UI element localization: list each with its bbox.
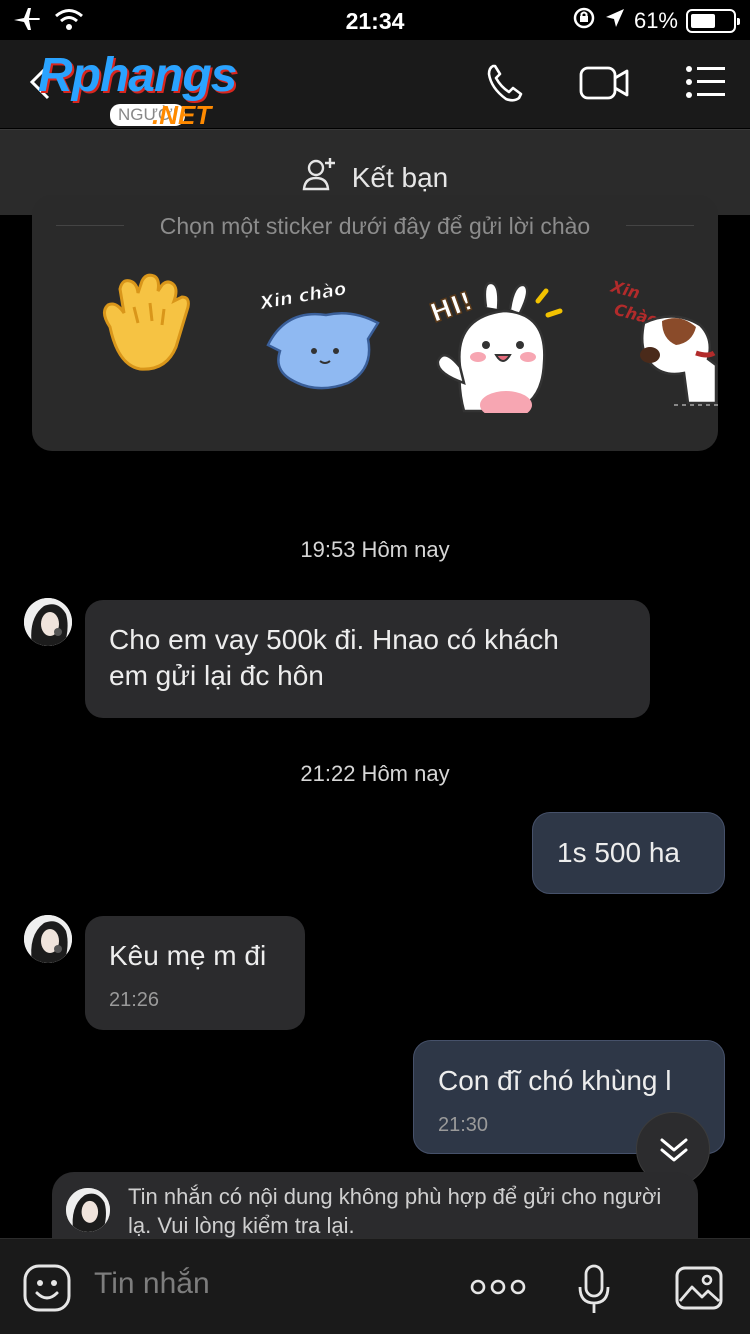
add-user-icon [302,156,338,199]
sticker-waving-hand[interactable] [90,267,200,382]
warning-text: Tin nhắn có nội dung không phù hợp để gử… [128,1184,662,1238]
avatar-photo-icon [24,598,72,646]
video-camera-icon [579,66,629,100]
message-time: 21:26 [109,989,160,1011]
rotation-lock-icon [572,6,596,36]
logo-net: .NET [152,100,212,130]
sticker-white-bunny[interactable]: HI! [424,277,574,419]
message-bubble-incoming[interactable]: Kêu mẹ m đi 21:26 [85,916,305,1030]
sticker-dog[interactable]: Xin Chào [604,273,718,414]
more-options-button[interactable] [470,1275,526,1304]
chat-header: Rphangs NGƯỜI .NET [0,40,750,130]
message-text: em gửi lại đc hôn [109,660,324,691]
sticker-hint: Chọn một sticker dưới đây để gửi lời chà… [159,213,591,239]
sticker-greeting-card: Chọn một sticker dưới đây để gửi lời chà… [32,195,718,451]
svg-text:Xin chào: Xin chào [257,279,347,314]
phone-icon [487,64,523,102]
message-bubble-incoming[interactable]: Cho em vay 500k đi. Hnao có khách em gửi… [85,600,650,718]
svg-text:HI!: HI! [426,286,477,329]
photo-button[interactable] [674,1263,724,1318]
avatar[interactable] [24,915,72,963]
svg-text:Xin: Xin [608,277,642,303]
chat-timestamp: 21:22 Hôm nay [300,761,450,786]
logo-text: Rphangs [38,49,237,102]
dog-icon: Xin Chào [608,277,718,406]
avatar-photo-icon [24,915,72,963]
sticker-button[interactable] [22,1263,72,1318]
message-text: Cho em vay 500k đi. Hnao có khách [109,624,559,655]
location-icon [604,7,626,35]
avatar-photo-icon [66,1188,110,1232]
emoji-icon [23,1264,71,1312]
more-dots-icon [470,1279,526,1295]
waving-hand-icon [103,273,190,371]
voice-record-button[interactable] [576,1263,612,1320]
message-text: Kêu mẹ m đi [109,940,267,971]
blue-cat-icon: Xin chào [257,278,380,390]
avatar [66,1188,110,1232]
message-input[interactable]: Tin nhắn [94,1267,210,1301]
content-warning-banner: Tin nhắn có nội dung không phù hợp để gử… [52,1172,698,1240]
microphone-icon [578,1264,610,1313]
white-bunny-icon: HI! [426,281,563,419]
battery-icon [686,9,740,33]
menu-button[interactable] [684,62,728,107]
watermark-logo: Rphangs NGƯỜI .NET [38,48,278,130]
call-button[interactable] [484,62,526,109]
message-input-bar: Tin nhắn [0,1238,750,1334]
message-bubble-outgoing[interactable]: 1s 500 ha [532,812,725,894]
add-friend-label: Kết bạn [351,161,449,193]
image-icon [675,1266,723,1310]
avatar[interactable] [24,598,72,646]
status-bar: 21:34 61% [0,0,750,40]
message-text: 1s 500 ha [557,837,680,868]
battery-percent: 61% [633,8,678,33]
video-call-button[interactable] [578,62,630,109]
chat-timestamp: 19:53 Hôm nay [300,537,450,562]
message-text: Con đĩ chó khùng l [438,1065,672,1096]
list-menu-icon [686,66,725,98]
sticker-blue-cat[interactable]: Xin chào [256,278,386,404]
